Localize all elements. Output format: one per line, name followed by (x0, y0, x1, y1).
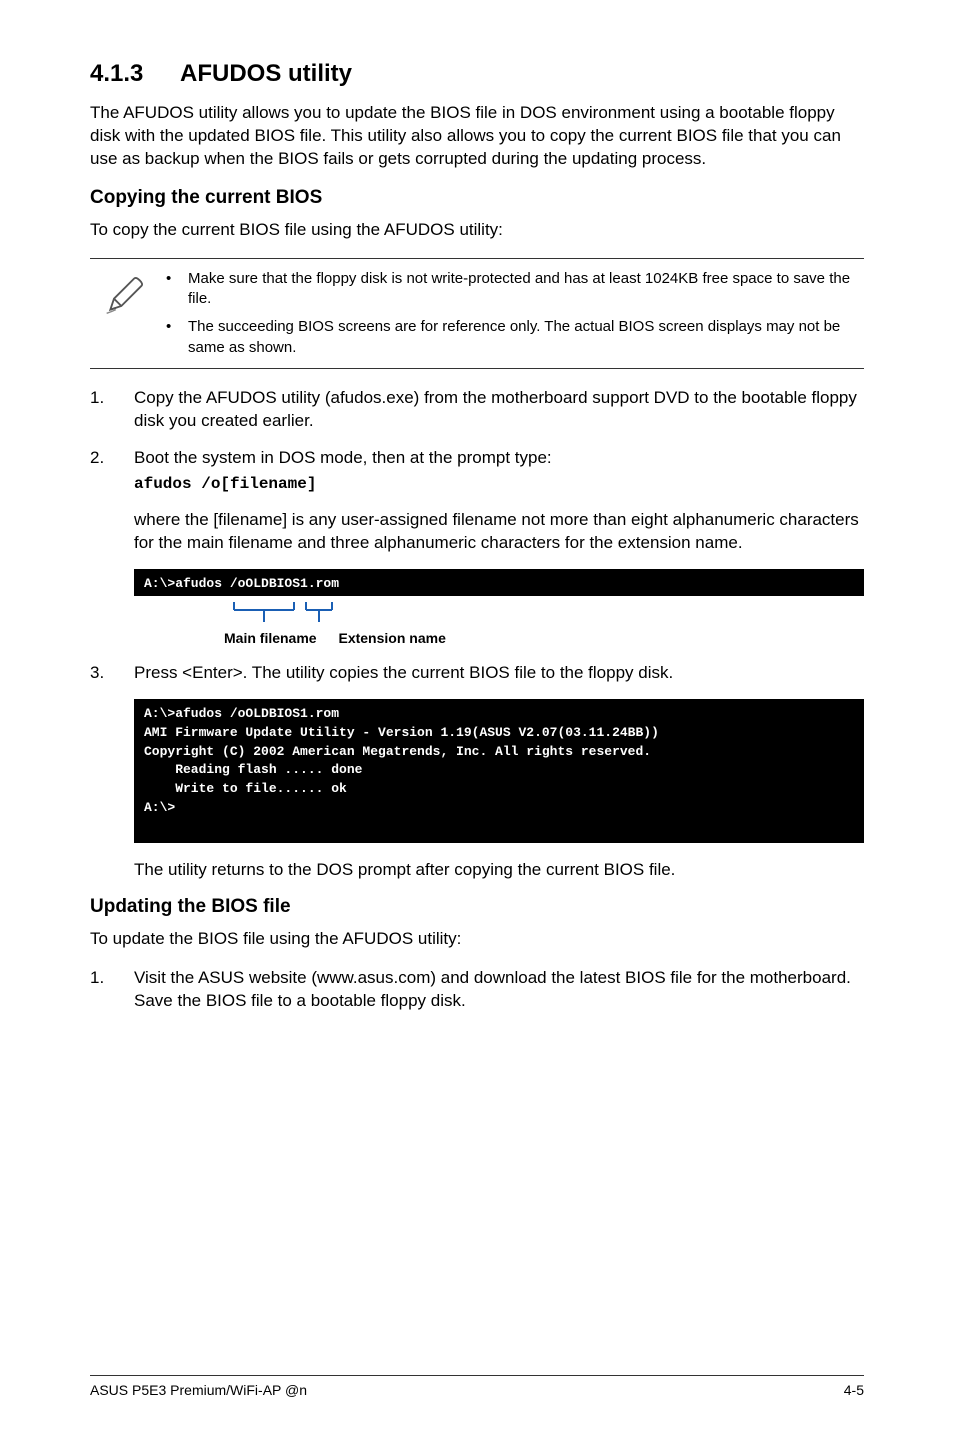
step-text: Boot the system in DOS mode, then at the… (134, 447, 864, 496)
note-block: • Make sure that the floppy disk is not … (90, 258, 864, 369)
step-3: 3. Press <Enter>. The utility copies the… (90, 662, 864, 685)
update-lead: To update the BIOS file using the AFUDOS… (90, 928, 864, 951)
page-footer: ASUS P5E3 Premium/WiFi-AP @n 4-5 (90, 1375, 864, 1398)
note-items: • Make sure that the floppy disk is not … (160, 269, 864, 358)
step-text: Press <Enter>. The utility copies the cu… (134, 662, 864, 685)
section-heading: 4.1.3AFUDOS utility (90, 60, 864, 88)
note-item: • The succeeding BIOS screens are for re… (160, 317, 864, 358)
bullet: • (160, 269, 188, 310)
step-number: 2. (90, 447, 134, 496)
step-text: Visit the ASUS website (www.asus.com) an… (134, 967, 864, 1013)
note-text: Make sure that the floppy disk is not wr… (188, 269, 864, 310)
update-heading: Updating the BIOS file (90, 896, 864, 918)
terminal-output: A:\>afudos /oOLDBIOS1.rom AMI Firmware U… (134, 699, 864, 843)
main-filename-label: Main filename (224, 630, 317, 646)
command-text: afudos /o[filename] (134, 474, 864, 496)
section-number: 4.1.3 (90, 60, 180, 88)
bullet: • (160, 317, 188, 358)
copy-lead: To copy the current BIOS file using the … (90, 219, 864, 242)
footer-page-number: 4-5 (844, 1382, 864, 1398)
footer-left: ASUS P5E3 Premium/WiFi-AP @n (90, 1382, 307, 1398)
step-text-line: Boot the system in DOS mode, then at the… (134, 448, 552, 467)
step-2: 2. Boot the system in DOS mode, then at … (90, 447, 864, 496)
intro-paragraph: The AFUDOS utility allows you to update … (90, 102, 864, 171)
pencil-icon (90, 269, 160, 358)
step-1: 1. Copy the AFUDOS utility (afudos.exe) … (90, 387, 864, 433)
extension-name-label: Extension name (338, 630, 445, 646)
terminal-output: A:\>afudos /oOLDBIOS1.rom (134, 569, 864, 596)
filename-diagram: Main filename Extension name (134, 602, 864, 646)
step-number: 1. (90, 387, 134, 433)
where-paragraph: where the [filename] is any user-assigne… (134, 509, 864, 555)
note-text: The succeeding BIOS screens are for refe… (188, 317, 864, 358)
filename-labels: Main filename Extension name (134, 630, 864, 646)
update-step-1: 1. Visit the ASUS website (www.asus.com)… (90, 967, 864, 1013)
filename-bracket-icon (134, 602, 394, 628)
section-title-text: AFUDOS utility (180, 60, 352, 87)
copy-heading: Copying the current BIOS (90, 187, 864, 209)
step-text: Copy the AFUDOS utility (afudos.exe) fro… (134, 387, 864, 433)
note-item: • Make sure that the floppy disk is not … (160, 269, 864, 310)
after-paragraph: The utility returns to the DOS prompt af… (134, 859, 864, 882)
step-number: 3. (90, 662, 134, 685)
step-number: 1. (90, 967, 134, 1013)
